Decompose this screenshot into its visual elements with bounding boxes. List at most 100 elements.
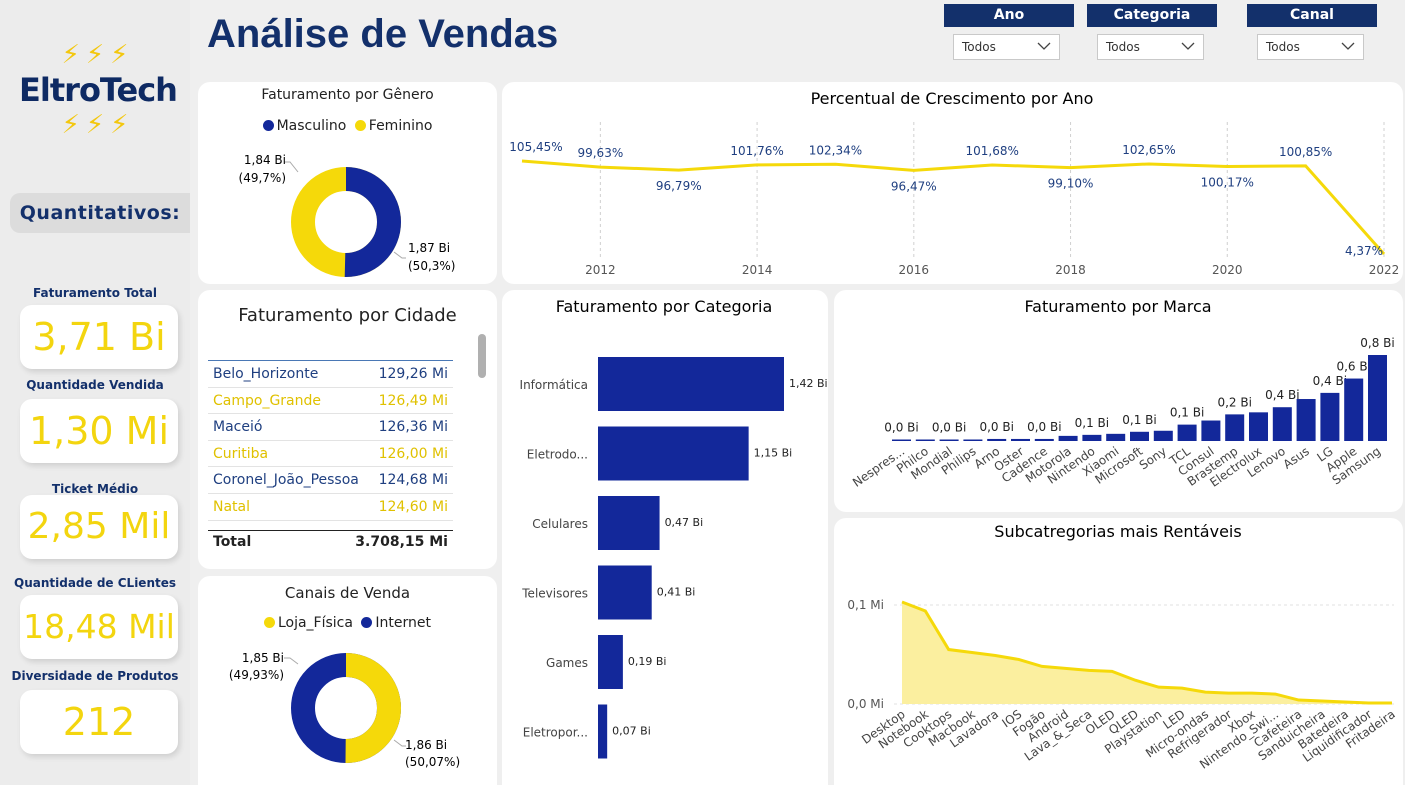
data-label: 100,85%: [1279, 145, 1332, 159]
chevron-down-icon: [1037, 42, 1051, 50]
lightning-icon: ⚡⚡⚡: [61, 40, 135, 70]
data-label: 0,1 Bi: [1122, 413, 1156, 427]
data-label: 101,76%: [730, 144, 783, 158]
filter-canal-select[interactable]: Todos: [1257, 34, 1364, 60]
table-row[interactable]: Curitiba 126,00 Mi: [208, 441, 453, 468]
bar: [598, 496, 660, 550]
data-label: 0,4 Bi: [1313, 374, 1347, 388]
data-label: 102,34%: [809, 143, 862, 157]
data-label: 1,15 Bi: [754, 447, 793, 460]
subcategory-card: Subcatregorias mais Rentáveis 0,1 Mi 0,0 …: [834, 518, 1403, 785]
total-label: Total: [213, 534, 252, 550]
y-tick-label: 0,1 Mi: [847, 598, 884, 612]
category-label: Celulares: [532, 517, 588, 531]
table-row[interactable]: Belo_Horizonte 129,26 Mi: [208, 361, 453, 388]
gender-card: Faturamento por Gênero Masculino Feminin…: [198, 82, 497, 284]
kpi-label-quantidade: Quantidade Vendida: [26, 378, 164, 392]
sidebar: ⚡⚡⚡ EltroTech ⚡⚡⚡ Quantitativos: Faturam…: [0, 0, 190, 785]
filter-value: Todos: [1106, 40, 1140, 54]
city-value: 124,34 Mi: [379, 521, 448, 527]
data-label: 0,1 Bi: [1075, 416, 1109, 430]
category-label: Televisores: [521, 587, 588, 601]
city-table-body[interactable]: Belo_Horizonte 129,26 Mi Campo_Grande 126,4…: [208, 360, 453, 526]
data-label: 4,37%: [1345, 244, 1383, 258]
category-label: Asus: [1281, 444, 1312, 472]
bar: [1106, 433, 1126, 441]
city-value: 126,00 Mi: [378, 445, 448, 462]
chevron-down-icon: [1181, 42, 1195, 50]
x-tick-label: 2022: [1369, 263, 1400, 277]
gender-donut: 1,84 Bi (49,7%) 1,87 Bi (50,3%): [239, 153, 455, 277]
bar: [915, 439, 935, 441]
total-value: 3.708,15 Mi: [355, 534, 448, 550]
bar: [987, 438, 1007, 441]
data-label: 0,8 Bi: [1360, 336, 1394, 350]
kpi-value: 3,71 Bi: [32, 315, 166, 359]
category-bar-chart: Faturamento por Categoria Informática 1,4…: [520, 297, 828, 759]
filter-categoria-select[interactable]: Todos: [1097, 34, 1204, 60]
data-label: 102,65%: [1122, 143, 1175, 157]
donut-label-female: 1,84 Bi: [244, 153, 286, 167]
data-label: 0,1 Bi: [1170, 406, 1204, 420]
city-name: Campo_Grande: [213, 392, 322, 409]
section-label-box: Quantitativos:: [10, 193, 190, 233]
bar: [1058, 435, 1078, 441]
data-label: 96,79%: [656, 179, 702, 193]
table-row[interactable]: Natal 124,60 Mi: [208, 494, 453, 521]
channels-card: Canais de Venda Loja_Física Internet 1,8…: [198, 576, 497, 785]
data-label: 99,63%: [577, 146, 623, 160]
series-line: [521, 159, 1386, 255]
bar: [1344, 378, 1364, 441]
donut-pct-female: (49,7%): [239, 171, 286, 185]
filter-ano-select[interactable]: Todos: [953, 34, 1060, 60]
kpi-card-faturamento: 3,71 Bi: [20, 305, 178, 369]
city-name: Belo_Horizonte: [213, 366, 319, 382]
table-row[interactable]: Porto_Rosário 124,34 Mi: [208, 521, 453, 527]
bar: [1249, 412, 1268, 441]
kpi-value: 212: [62, 700, 136, 744]
data-label: 1,42 Bi: [789, 377, 828, 390]
table-row[interactable]: Coronel_João_Pessoa 124,68 Mi: [208, 467, 453, 494]
bar: [1011, 438, 1030, 441]
scrollbar[interactable]: [478, 334, 486, 378]
donut-label-internet: 1,85 Bi: [242, 651, 284, 665]
category-label: Eletrodo...: [527, 448, 588, 462]
city-value: 126,49 Mi: [378, 392, 448, 409]
data-label: 0,0 Bi: [979, 420, 1013, 434]
city-card: Faturamento por Cidade Belo_Horizonte 129…: [198, 290, 497, 569]
bar: [598, 704, 608, 759]
category-label: Eletropor...: [523, 726, 588, 740]
city-name: Porto_Rosário: [213, 521, 308, 527]
bar: [892, 439, 911, 441]
x-tick-label: 2016: [899, 263, 930, 277]
bar: [1177, 424, 1197, 441]
filter-value: Todos: [962, 40, 996, 54]
growth-line-chart: Percentual de Crescimento por Ano 2012 20…: [509, 89, 1400, 277]
data-label: 0,19 Bi: [628, 655, 667, 668]
bar: [1296, 399, 1316, 441]
category-label: Informática: [520, 378, 588, 392]
data-label: 0,0 Bi: [884, 421, 918, 435]
donut-label-male: 1,87 Bi: [408, 241, 450, 255]
donut-pct-loja: (50,07%): [405, 755, 460, 769]
city-value: 124,68 Mi: [378, 472, 448, 489]
bar: [598, 565, 652, 620]
bar: [1272, 407, 1292, 441]
data-label: 101,68%: [965, 144, 1018, 158]
bar: [1368, 355, 1387, 441]
data-label: 0,4 Bi: [1265, 388, 1299, 402]
filter-label: Ano: [944, 4, 1074, 27]
city-total-row: Total 3.708,15 Mi: [208, 530, 453, 553]
kpi-card-produtos: 212: [20, 690, 178, 754]
brand-name: EltroTech: [19, 71, 178, 109]
donut-label-loja: 1,86 Bi: [405, 738, 447, 752]
x-tick-label: 2020: [1212, 263, 1243, 277]
label-leader: [393, 251, 406, 259]
table-row[interactable]: Maceió 126,36 Mi: [208, 414, 453, 441]
bar: [1201, 420, 1221, 441]
bar: [1320, 392, 1340, 441]
table-row[interactable]: Campo_Grande 126,49 Mi: [208, 388, 453, 415]
data-label: 0,07 Bi: [612, 725, 651, 738]
lightning-icon: ⚡⚡⚡: [61, 110, 135, 140]
x-tick-label: 2014: [742, 263, 773, 277]
